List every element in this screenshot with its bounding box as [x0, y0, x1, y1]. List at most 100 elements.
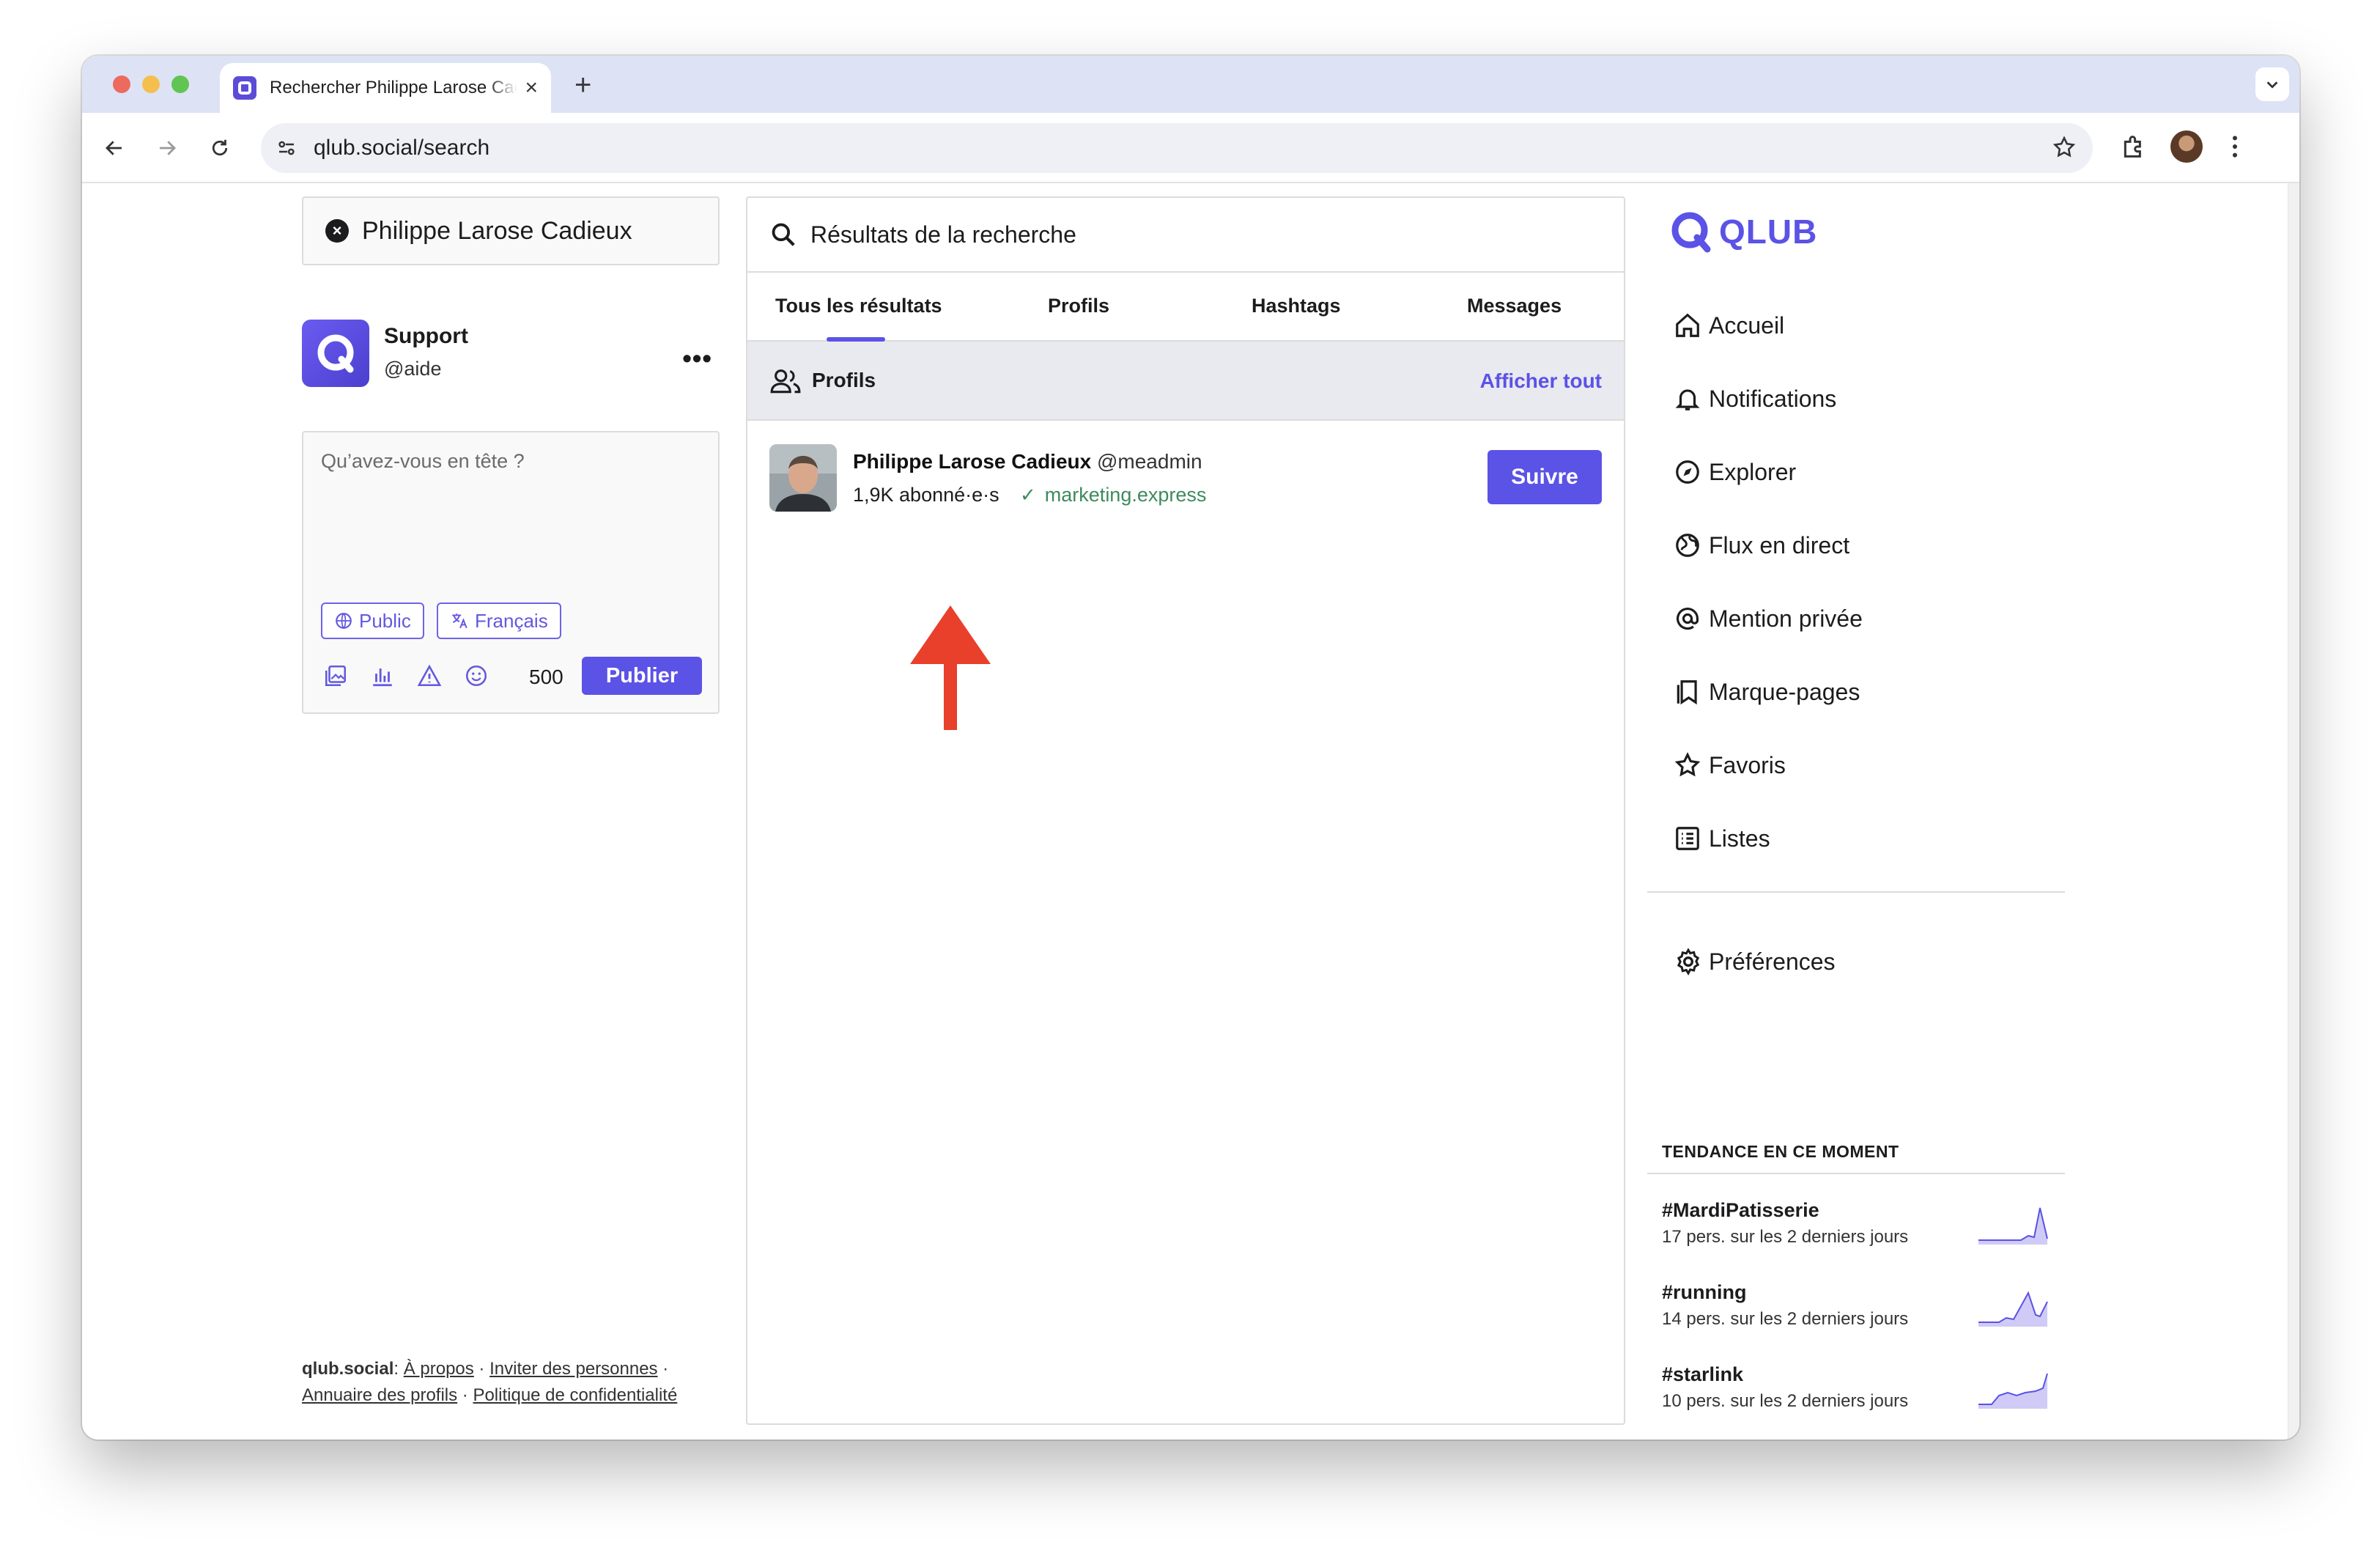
profile-avatar[interactable] [769, 444, 837, 512]
nav-label-private-mention: Mention privée [1709, 605, 1863, 632]
media-upload-icon[interactable] [322, 663, 349, 689]
account-menu-button[interactable]: ••• [682, 343, 712, 374]
trend-item[interactable]: #MardiPatisserie 17 pers. sur les 2 dern… [1662, 1199, 2072, 1265]
search-input[interactable]: × Philippe Larose Cadieux [302, 196, 720, 265]
profile-result-row[interactable]: Philippe Larose Cadieux @meadmin 1,9K ab… [747, 421, 1624, 516]
publish-button[interactable]: Publier [582, 657, 702, 695]
account-handle: @aide [384, 358, 442, 380]
tab-hashtags[interactable]: Hashtags [1252, 295, 1341, 317]
trend-item[interactable]: #starlink 10 pers. sur les 2 derniers jo… [1662, 1363, 2072, 1429]
page-scrollbar[interactable] [2288, 183, 2299, 1440]
compose-form: Qu’avez-vous en tête ? Public Français 5… [302, 431, 720, 714]
bookmark-star-icon[interactable] [2052, 135, 2077, 163]
search-icon [772, 223, 795, 246]
maximize-window-button[interactable] [171, 75, 189, 93]
nav-item-preferences[interactable]: Préférences [1674, 925, 1836, 998]
trend-tag: #running [1662, 1281, 1747, 1303]
profile-followers: 1,9K abonné·e·s [853, 484, 999, 506]
tab-profiles[interactable]: Profils [1048, 295, 1109, 317]
home-icon [1676, 313, 1699, 337]
content-warning-icon[interactable] [416, 663, 443, 689]
bookmark-icon [1677, 680, 1697, 705]
nav-item-live-feed[interactable]: Flux en direct [1674, 509, 1863, 582]
nav-item-home[interactable]: Accueil [1674, 289, 1863, 362]
verified-link-text: marketing.express [1044, 484, 1207, 506]
trend-item[interactable]: #running 14 pers. sur les 2 derniers jou… [1662, 1281, 2072, 1347]
character-counter: 500 [529, 666, 563, 688]
profiles-section-header: Profils Afficher tout [747, 342, 1624, 421]
invite-link[interactable]: Inviter des personnes [489, 1359, 657, 1379]
browser-menu-icon[interactable] [2220, 132, 2250, 165]
qlub-brand[interactable]: QLUB [1668, 208, 1817, 255]
account-avatar[interactable] [302, 320, 369, 387]
profile-verified-link[interactable]: ✓ marketing.express [1020, 484, 1206, 506]
privacy-link[interactable]: Politique de confidentialité [473, 1385, 677, 1405]
nav-item-private-mention[interactable]: Mention privée [1674, 582, 1863, 655]
nav-label-home: Accueil [1709, 312, 1785, 339]
visibility-label: Public [359, 609, 411, 632]
trending-divider [1647, 1173, 2065, 1174]
nav-label-favorites: Favoris [1709, 751, 1786, 778]
nav-item-notifications[interactable]: Notifications [1674, 362, 1863, 435]
emoji-icon[interactable] [463, 663, 489, 689]
nav-item-bookmarks[interactable]: Marque-pages [1674, 655, 1863, 729]
directory-link[interactable]: Annuaire des profils [302, 1385, 457, 1405]
reload-icon [212, 139, 228, 156]
poll-icon[interactable] [369, 663, 396, 689]
nav-label-lists: Listes [1709, 825, 1770, 852]
profile-avatar-icon[interactable] [2170, 130, 2203, 163]
current-account: Support @aide ••• [302, 317, 720, 390]
address-bar[interactable]: qlub.social/search [261, 123, 2093, 173]
results-tabs: Tous les résultats Profils Hashtags Mess… [747, 273, 1624, 342]
qlub-logo-icon [1671, 212, 1711, 253]
trend-sparkline-icon [1978, 1291, 2048, 1327]
main-navigation: Accueil Notifications Explorer Flux en d… [1674, 289, 1863, 875]
page-content: × Philippe Larose Cadieux Support @aide … [82, 183, 2299, 1440]
nav-item-favorites[interactable]: Favoris [1674, 729, 1863, 802]
profile-handle: @meadmin [1096, 450, 1202, 473]
site-settings-icon[interactable] [276, 137, 298, 159]
search-value: Philippe Larose Cadieux [362, 216, 632, 245]
about-link[interactable]: À propos [404, 1359, 474, 1379]
bell-icon [1675, 389, 1700, 410]
trend-sparkline-icon [1978, 1373, 2048, 1409]
tab-title: Rechercher Philippe Larose Cadieux [270, 78, 517, 97]
reload-button[interactable] [204, 132, 236, 164]
globe-icon [1676, 534, 1699, 557]
arrow-left-icon [106, 141, 122, 155]
nav-item-lists[interactable]: Listes [1674, 802, 1863, 875]
tab-search-button[interactable] [2255, 67, 2289, 101]
nav-item-explore[interactable]: Explorer [1674, 435, 1863, 509]
footer-links: qlub.social: À propos · Inviter des pers… [302, 1359, 678, 1405]
back-button[interactable] [98, 132, 130, 164]
translate-icon [452, 613, 468, 629]
red-arrow-annotation-icon [910, 605, 991, 730]
extensions-icon[interactable] [2119, 132, 2148, 165]
browser-window: Rechercher Philippe Larose Cadieux × + q… [82, 56, 2299, 1440]
tab-all-results[interactable]: Tous les résultats [775, 295, 942, 317]
new-tab-button[interactable]: + [574, 69, 591, 102]
nav-label-notifications: Notifications [1709, 385, 1837, 412]
trend-tag: #MardiPatisserie [1662, 1199, 1819, 1221]
visibility-button[interactable]: Public [321, 602, 424, 639]
star-icon [1674, 752, 1701, 777]
nav-label-bookmarks: Marque-pages [1709, 678, 1860, 705]
follow-button[interactable]: Suivre [1488, 450, 1602, 504]
nav-divider [1647, 891, 2065, 893]
close-window-button[interactable] [113, 75, 130, 93]
compose-textarea[interactable]: Qu’avez-vous en tête ? [321, 450, 525, 473]
forward-button[interactable] [151, 132, 183, 164]
browser-tab-active[interactable]: Rechercher Philippe Larose Cadieux × [220, 63, 551, 113]
tab-messages[interactable]: Messages [1467, 295, 1562, 317]
qlub-favicon-icon [233, 76, 256, 100]
list-icon [1676, 827, 1699, 850]
language-button[interactable]: Français [437, 602, 561, 639]
show-all-link[interactable]: Afficher tout [1480, 369, 1602, 393]
results-title: Résultats de la recherche [810, 221, 1076, 248]
checkmark-icon: ✓ [1020, 484, 1036, 506]
clear-search-icon[interactable]: × [325, 219, 349, 243]
minimize-window-button[interactable] [142, 75, 160, 93]
qlub-logo-icon [317, 334, 354, 373]
trend-meta: 14 pers. sur les 2 derniers jours [1662, 1309, 1909, 1329]
tab-close-icon[interactable]: × [525, 77, 538, 99]
